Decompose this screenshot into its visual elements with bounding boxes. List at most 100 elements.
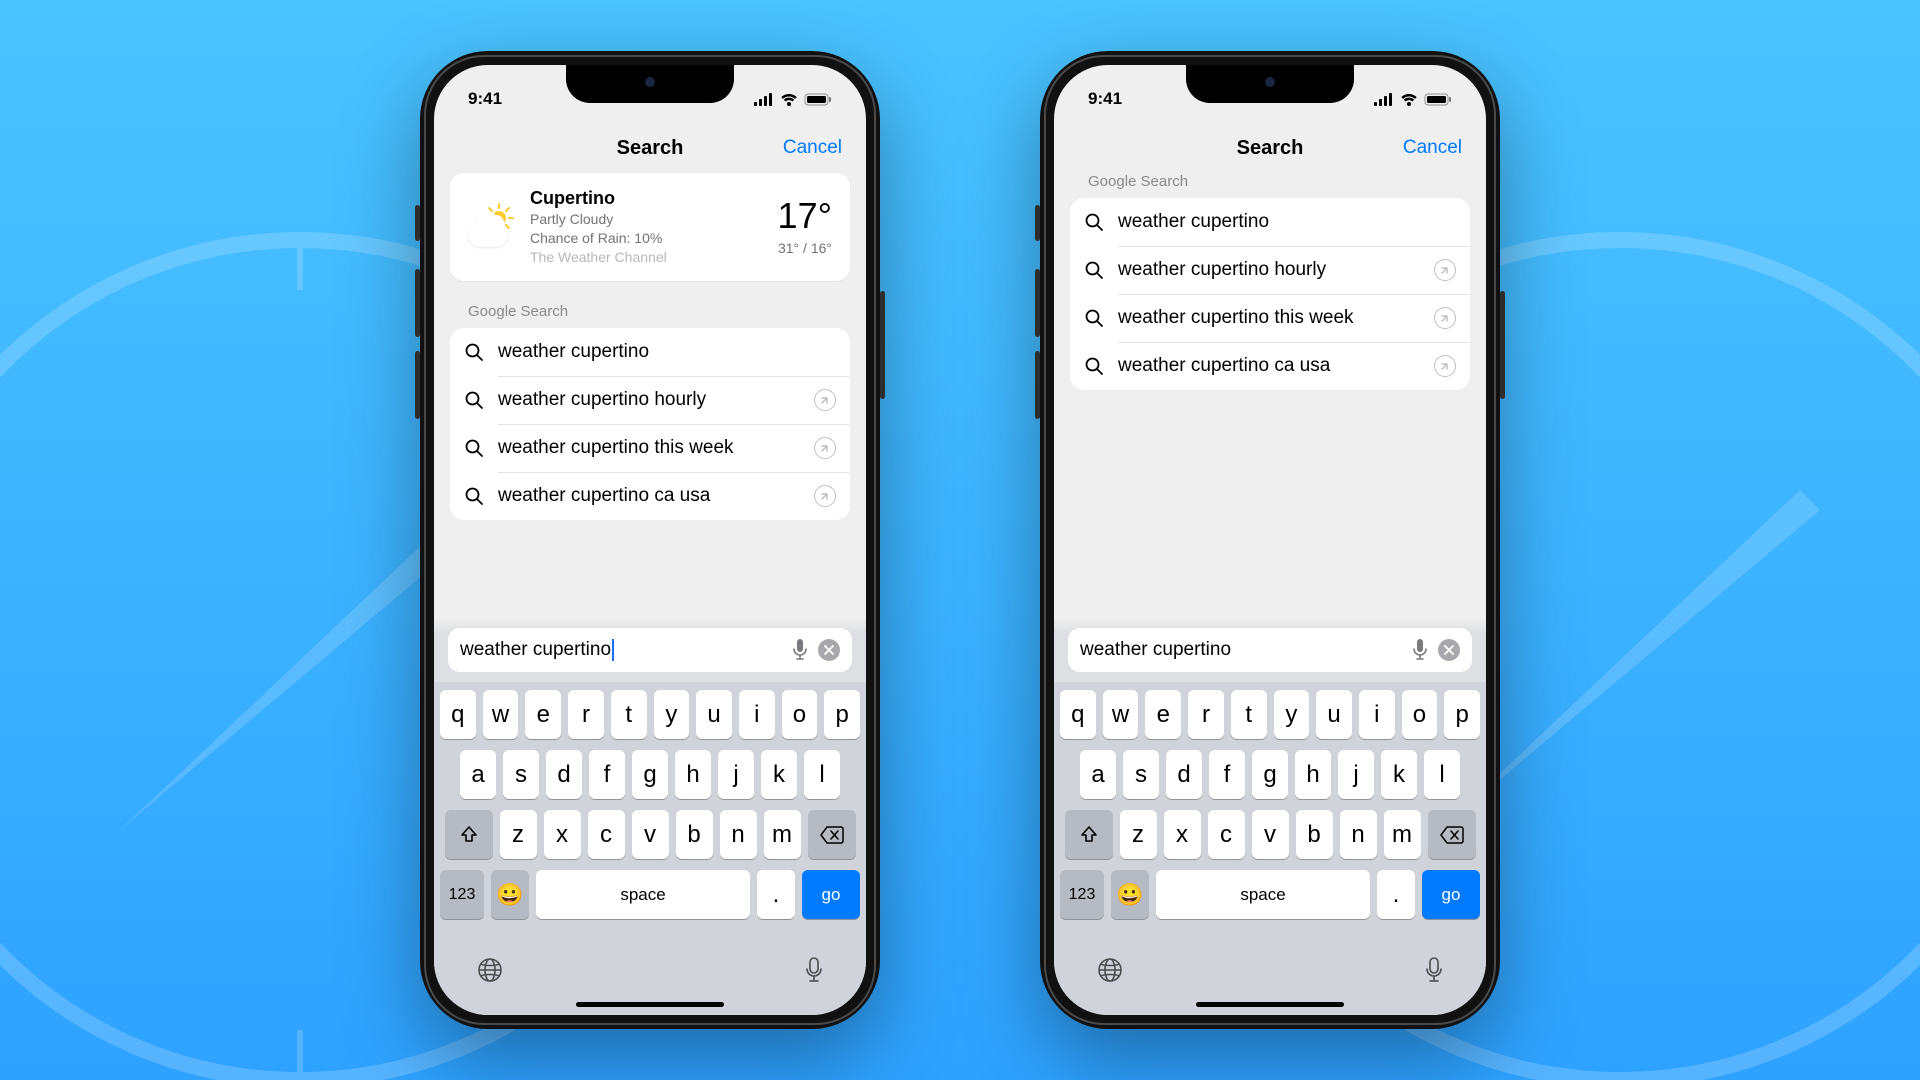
- suggestion-item[interactable]: weather cupertino hourly: [450, 376, 850, 424]
- key-k[interactable]: k: [761, 750, 797, 799]
- key-s[interactable]: s: [503, 750, 539, 799]
- key-k[interactable]: k: [1381, 750, 1417, 799]
- key-y[interactable]: y: [1274, 690, 1310, 739]
- suggestion-item[interactable]: weather cupertino this week: [450, 424, 850, 472]
- numbers-key[interactable]: 123: [440, 870, 484, 919]
- key-a[interactable]: a: [460, 750, 496, 799]
- delete-key[interactable]: [1428, 810, 1476, 859]
- key-t[interactable]: t: [611, 690, 647, 739]
- clear-button[interactable]: [1438, 639, 1460, 661]
- key-q[interactable]: q: [440, 690, 476, 739]
- search-field[interactable]: weather cupertino: [448, 628, 852, 672]
- fill-arrow-icon[interactable]: [1434, 259, 1456, 281]
- key-n[interactable]: n: [720, 810, 757, 859]
- key-v[interactable]: v: [632, 810, 669, 859]
- numbers-key[interactable]: 123: [1060, 870, 1104, 919]
- key-u[interactable]: u: [1316, 690, 1352, 739]
- key-h[interactable]: h: [1295, 750, 1331, 799]
- home-indicator[interactable]: [576, 1002, 724, 1007]
- globe-icon[interactable]: [1096, 956, 1124, 984]
- key-d[interactable]: d: [1166, 750, 1202, 799]
- key-s[interactable]: s: [1123, 750, 1159, 799]
- fill-arrow-icon[interactable]: [814, 485, 836, 507]
- shift-key[interactable]: [1065, 810, 1113, 859]
- fill-arrow-icon[interactable]: [1434, 355, 1456, 377]
- suggestion-item[interactable]: weather cupertino ca usa: [1070, 342, 1470, 390]
- suggestion-item[interactable]: weather cupertino hourly: [1070, 246, 1470, 294]
- key-m[interactable]: m: [1384, 810, 1421, 859]
- key-c[interactable]: c: [588, 810, 625, 859]
- weather-city: Cupertino: [530, 187, 764, 210]
- clear-button[interactable]: [818, 639, 840, 661]
- key-q[interactable]: q: [1060, 690, 1096, 739]
- key-p[interactable]: p: [824, 690, 860, 739]
- key-r[interactable]: r: [568, 690, 604, 739]
- dictation-icon[interactable]: [792, 639, 808, 661]
- suggestion-item[interactable]: weather cupertino this week: [1070, 294, 1470, 342]
- period-key[interactable]: .: [757, 870, 795, 919]
- key-j[interactable]: j: [1338, 750, 1374, 799]
- home-indicator[interactable]: [1196, 1002, 1344, 1007]
- weather-card[interactable]: Cupertino Partly Cloudy Chance of Rain: …: [450, 173, 850, 281]
- emoji-key[interactable]: 😀: [1111, 870, 1149, 919]
- key-d[interactable]: d: [546, 750, 582, 799]
- key-r[interactable]: r: [1188, 690, 1224, 739]
- key-b[interactable]: b: [1296, 810, 1333, 859]
- period-key[interactable]: .: [1377, 870, 1415, 919]
- fill-arrow-icon[interactable]: [814, 437, 836, 459]
- search-field[interactable]: weather cupertino: [1068, 628, 1472, 672]
- delete-key[interactable]: [808, 810, 856, 859]
- key-o[interactable]: o: [782, 690, 818, 739]
- key-f[interactable]: f: [589, 750, 625, 799]
- key-g[interactable]: g: [1252, 750, 1288, 799]
- key-p[interactable]: p: [1444, 690, 1480, 739]
- search-input[interactable]: weather cupertino: [1080, 639, 1402, 661]
- key-e[interactable]: e: [1145, 690, 1181, 739]
- fill-arrow-icon[interactable]: [1434, 307, 1456, 329]
- suggestion-text: weather cupertino ca usa: [1118, 355, 1420, 377]
- key-w[interactable]: w: [1103, 690, 1139, 739]
- key-o[interactable]: o: [1402, 690, 1438, 739]
- suggestion-section-label: Google Search: [1070, 173, 1470, 198]
- globe-icon[interactable]: [476, 956, 504, 984]
- key-u[interactable]: u: [696, 690, 732, 739]
- cancel-button[interactable]: Cancel: [1403, 137, 1462, 159]
- key-z[interactable]: z: [500, 810, 537, 859]
- dictation-key[interactable]: [804, 956, 824, 984]
- space-key[interactable]: space: [1156, 870, 1370, 919]
- key-l[interactable]: l: [804, 750, 840, 799]
- cancel-button[interactable]: Cancel: [783, 137, 842, 159]
- key-b[interactable]: b: [676, 810, 713, 859]
- key-m[interactable]: m: [764, 810, 801, 859]
- key-i[interactable]: i: [739, 690, 775, 739]
- key-l[interactable]: l: [1424, 750, 1460, 799]
- search-input[interactable]: weather cupertino: [460, 639, 782, 661]
- suggestion-item[interactable]: weather cupertino: [450, 328, 850, 376]
- key-a[interactable]: a: [1080, 750, 1116, 799]
- key-j[interactable]: j: [718, 750, 754, 799]
- key-t[interactable]: t: [1231, 690, 1267, 739]
- key-i[interactable]: i: [1359, 690, 1395, 739]
- emoji-key[interactable]: 😀: [491, 870, 529, 919]
- key-v[interactable]: v: [1252, 810, 1289, 859]
- suggestion-item[interactable]: weather cupertino ca usa: [450, 472, 850, 520]
- key-z[interactable]: z: [1120, 810, 1157, 859]
- go-key[interactable]: go: [1422, 870, 1480, 919]
- key-e[interactable]: e: [525, 690, 561, 739]
- key-x[interactable]: x: [1164, 810, 1201, 859]
- key-f[interactable]: f: [1209, 750, 1245, 799]
- dictation-key[interactable]: [1424, 956, 1444, 984]
- key-h[interactable]: h: [675, 750, 711, 799]
- space-key[interactable]: space: [536, 870, 750, 919]
- go-key[interactable]: go: [802, 870, 860, 919]
- key-x[interactable]: x: [544, 810, 581, 859]
- fill-arrow-icon[interactable]: [814, 389, 836, 411]
- key-c[interactable]: c: [1208, 810, 1245, 859]
- dictation-icon[interactable]: [1412, 639, 1428, 661]
- key-w[interactable]: w: [483, 690, 519, 739]
- key-n[interactable]: n: [1340, 810, 1377, 859]
- shift-key[interactable]: [445, 810, 493, 859]
- key-g[interactable]: g: [632, 750, 668, 799]
- suggestion-item[interactable]: weather cupertino: [1070, 198, 1470, 246]
- key-y[interactable]: y: [654, 690, 690, 739]
